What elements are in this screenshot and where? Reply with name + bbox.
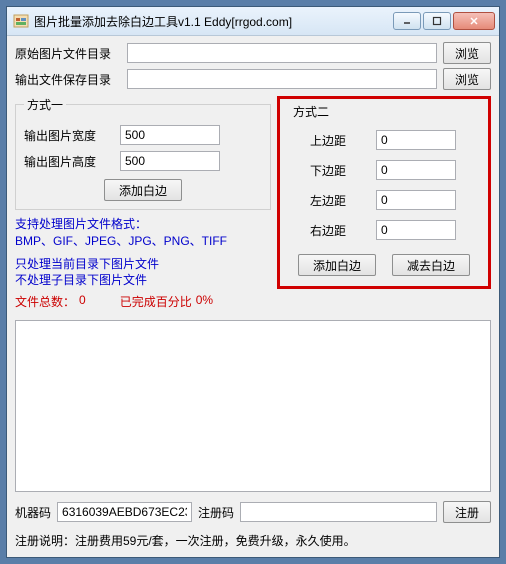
right-margin-input[interactable] [376, 220, 456, 240]
out-width-input[interactable] [120, 125, 220, 145]
left-margin-label: 左边距 [310, 192, 370, 209]
log-area [15, 320, 491, 492]
browse-source-button[interactable]: 浏览 [443, 42, 491, 64]
method2-legend: 方式二 [290, 103, 332, 120]
note-line1: 只处理当前目录下图片文件 [15, 256, 271, 273]
output-dir-row: 输出文件保存目录 浏览 [15, 68, 491, 90]
reg-code-input[interactable] [240, 502, 437, 522]
minimize-button[interactable] [393, 12, 421, 30]
supported-formats: 支持处理图片文件格式： BMP、GIF、JPEG、JPG、PNG、TIFF [15, 216, 271, 250]
out-height-label: 输出图片高度 [24, 153, 114, 170]
method1-add-border-button[interactable]: 添加白边 [104, 179, 182, 201]
source-dir-label: 原始图片文件目录 [15, 45, 121, 62]
output-dir-input[interactable] [127, 69, 437, 89]
note-line2: 不处理子目录下图片文件 [15, 272, 271, 289]
reg-code-label: 注册码 [198, 504, 234, 521]
register-button[interactable]: 注册 [443, 501, 491, 523]
window-controls [393, 12, 495, 30]
method1-legend: 方式一 [24, 96, 66, 113]
maximize-button[interactable] [423, 12, 451, 30]
bottom-margin-label: 下边距 [310, 162, 370, 179]
support-line1: 支持处理图片文件格式： [15, 216, 271, 233]
out-height-input[interactable] [120, 151, 220, 171]
machine-code-input[interactable] [57, 502, 192, 522]
left-margin-input[interactable] [376, 190, 456, 210]
registration-row: 机器码 注册码 注册 [15, 501, 491, 523]
close-button[interactable] [453, 12, 495, 30]
method2-highlight-box: 方式二 上边距 下边距 左边距 右边距 [277, 96, 491, 289]
log-textarea[interactable] [15, 320, 491, 492]
stats-row: 文件总数： 0 已完成百分比 0% [15, 293, 271, 310]
method1-group: 方式一 输出图片宽度 输出图片高度 添加白边 [15, 96, 271, 210]
done-pct-label: 已完成百分比 [120, 293, 192, 310]
source-dir-row: 原始图片文件目录 浏览 [15, 42, 491, 64]
bottom-margin-input[interactable] [376, 160, 456, 180]
client-area: 原始图片文件目录 浏览 输出文件保存目录 浏览 方式一 输出图片宽度 输出图片高… [7, 36, 499, 557]
window-title: 图片批量添加去除白边工具v1.1 Eddy[rrgod.com] [34, 13, 393, 30]
method2-add-border-button[interactable]: 添加白边 [298, 254, 376, 276]
output-dir-label: 输出文件保存目录 [15, 71, 121, 88]
support-line2: BMP、GIF、JPEG、JPG、PNG、TIFF [15, 233, 271, 250]
browse-output-button[interactable]: 浏览 [443, 68, 491, 90]
machine-code-label: 机器码 [15, 504, 51, 521]
method2-group: 方式二 上边距 下边距 左边距 右边距 [284, 103, 484, 282]
file-total-label: 文件总数： [15, 293, 75, 310]
app-window: 图片批量添加去除白边工具v1.1 Eddy[rrgod.com] 原始图片文件目… [6, 6, 500, 558]
method2-remove-border-button[interactable]: 减去白边 [392, 254, 470, 276]
app-icon [13, 13, 29, 29]
source-dir-input[interactable] [127, 43, 437, 63]
processing-note: 只处理当前目录下图片文件 不处理子目录下图片文件 [15, 256, 271, 290]
done-pct-value: 0% [196, 293, 213, 310]
top-margin-input[interactable] [376, 130, 456, 150]
right-margin-label: 右边距 [310, 222, 370, 239]
registration-note: 注册说明：注册费用59元/套，一次注册，免费升级，永久使用。 [15, 532, 491, 549]
top-margin-label: 上边距 [310, 132, 370, 149]
out-width-label: 输出图片宽度 [24, 127, 114, 144]
titlebar: 图片批量添加去除白边工具v1.1 Eddy[rrgod.com] [7, 7, 499, 36]
file-total-value: 0 [79, 293, 86, 310]
